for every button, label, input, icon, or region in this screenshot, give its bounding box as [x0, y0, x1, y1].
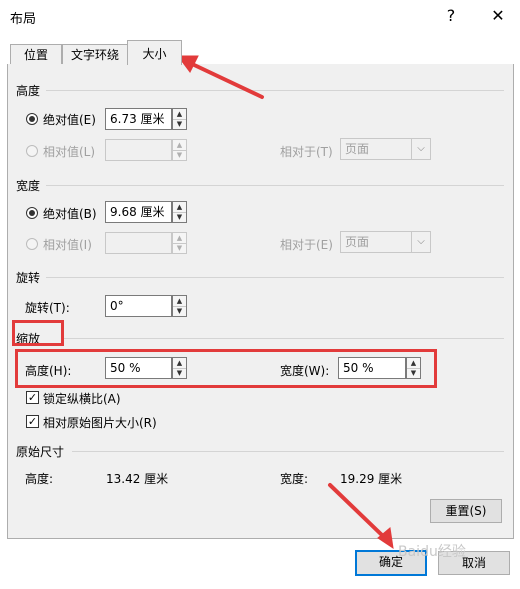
annotation-arrows [177, 55, 394, 550]
annotation-arrow-tab [188, 61, 264, 99]
tab-size[interactable]: 大小 [127, 40, 182, 65]
annotation-arrow-ok [328, 483, 388, 541]
